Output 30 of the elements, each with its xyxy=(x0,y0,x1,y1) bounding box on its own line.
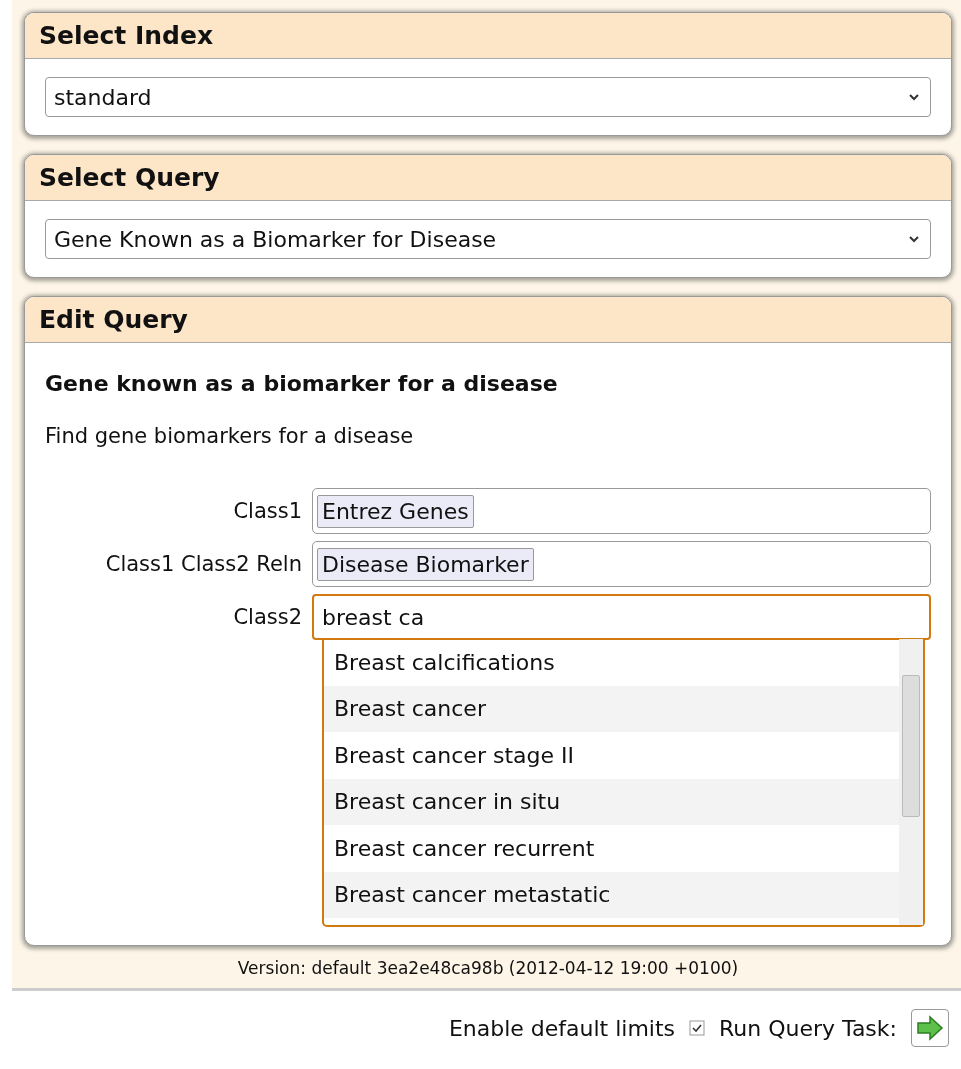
checkbox[interactable] xyxy=(689,1020,706,1036)
suggestion-item[interactable]: Breast cancer xyxy=(324,685,899,732)
input-field[interactable]: Disease Biomarker xyxy=(312,541,931,587)
token-chip[interactable]: Entrez Genes xyxy=(317,494,474,528)
run-label: Run Query Task: xyxy=(719,1015,897,1041)
dropdown-select[interactable]: Gene Known as a Biomarker for Disease xyxy=(45,219,931,259)
field-label: Class1 xyxy=(232,499,302,523)
suggestion-item[interactable]: Breast cancer recurrent xyxy=(324,825,899,872)
field-label: Class2 xyxy=(232,605,302,629)
input-field[interactable]: Entrez Genes xyxy=(312,488,931,534)
version-text: Version: default 3ea2e48ca98b (2012-04-12 19:00 +0100) xyxy=(236,958,740,978)
scrollbar[interactable] xyxy=(899,639,923,925)
panel-title: Edit Query xyxy=(25,297,951,343)
caret-icon xyxy=(908,235,920,243)
limits-label: Enable default limits xyxy=(448,1015,676,1041)
query-description: Find gene biomarkers for a disease xyxy=(45,424,415,448)
field-label: Class1 Class2 Reln xyxy=(104,552,302,576)
panel-title: Select Index xyxy=(25,13,951,59)
suggestion-item[interactable]: Breast cancer stage II xyxy=(324,732,899,779)
input-field[interactable]: breast ca xyxy=(312,594,931,640)
dropdown-select[interactable]: standard xyxy=(45,77,931,117)
token-chip[interactable]: Disease Biomarker xyxy=(317,547,534,581)
suggestion-item[interactable]: Breast calcifications xyxy=(324,639,899,686)
suggestion-item[interactable]: Breast cancer metastatic xyxy=(324,871,899,918)
query-heading: Gene known as a biomarker for a disease xyxy=(45,371,559,396)
run-button[interactable] xyxy=(911,1009,949,1047)
caret-icon xyxy=(908,93,920,101)
suggestion-item[interactable]: Breast cancer in situ xyxy=(324,778,899,825)
panel-title: Select Query xyxy=(25,155,951,201)
field-value: breast ca xyxy=(322,604,425,630)
